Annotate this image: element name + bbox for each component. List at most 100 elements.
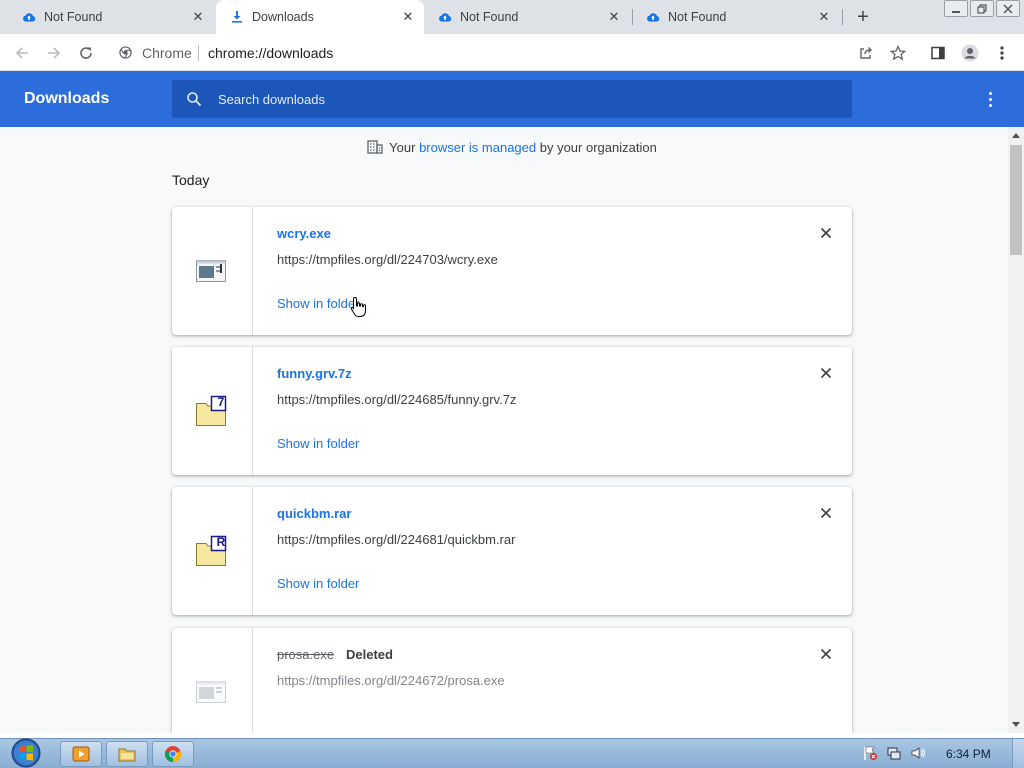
network-icon[interactable] xyxy=(886,745,902,761)
file-icon-column: R xyxy=(172,487,253,615)
downloads-list-area: Your browser is managed by your organiza… xyxy=(0,127,1008,733)
taskbar-media-player[interactable] xyxy=(60,741,102,767)
bookmark-button[interactable] xyxy=(888,43,908,63)
reload-icon xyxy=(80,47,92,59)
chevron-down-icon xyxy=(1012,722,1020,727)
back-arrow-icon xyxy=(15,47,28,59)
forward-button[interactable] xyxy=(43,42,65,64)
tab-close-button[interactable]: ✕ xyxy=(816,9,832,25)
download-item: wcry.exe https://tmpfiles.org/dl/224703/… xyxy=(172,207,852,335)
folder-icon xyxy=(118,748,136,762)
chrome-icon xyxy=(119,46,132,59)
tab-close-button[interactable]: ✕ xyxy=(606,9,622,25)
tab-label: Downloads xyxy=(252,10,314,24)
tab-downloads[interactable]: Downloads ✕ xyxy=(216,0,424,34)
action-center-flag-icon[interactable] xyxy=(862,745,878,761)
hand-cursor-icon xyxy=(350,296,366,317)
managed-notice: Your browser is managed by your organiza… xyxy=(0,140,1008,155)
omnibox-url[interactable]: chrome://downloads xyxy=(208,45,333,61)
search-input[interactable] xyxy=(218,80,818,118)
show-in-folder-link[interactable]: Show in folder xyxy=(277,576,359,591)
window-controls xyxy=(944,0,1020,17)
file-icon-column xyxy=(172,207,253,335)
show-desktop-button[interactable] xyxy=(1012,739,1024,768)
side-panel-button[interactable] xyxy=(928,43,948,63)
tab-label: Not Found xyxy=(668,10,727,24)
download-url[interactable]: https://tmpfiles.org/dl/224703/wcry.exe xyxy=(277,252,498,267)
download-url[interactable]: https://tmpfiles.org/dl/224681/quickbm.r… xyxy=(277,532,515,547)
download-file-name[interactable]: wcry.exe xyxy=(277,226,331,241)
tab-close-button[interactable]: ✕ xyxy=(400,9,416,25)
managed-text-prefix: Your xyxy=(389,140,420,155)
restore-icon xyxy=(977,3,987,14)
tab-not-found-1[interactable]: Not Found ✕ xyxy=(8,0,214,34)
date-section-label: Today xyxy=(172,172,210,188)
volume-icon[interactable] xyxy=(910,745,926,761)
reload-button[interactable] xyxy=(75,42,97,64)
windows-taskbar: 6:34 PM xyxy=(0,738,1024,768)
side-panel-icon xyxy=(931,46,945,60)
download-file-name[interactable]: quickbm.rar xyxy=(277,506,351,521)
download-status: Deleted xyxy=(346,647,393,662)
omnibox-chip: Chrome xyxy=(142,45,192,61)
managed-text-suffix: by your organization xyxy=(536,140,657,155)
download-url[interactable]: https://tmpfiles.org/dl/224685/funny.grv… xyxy=(277,392,516,407)
building-icon xyxy=(367,140,383,154)
remove-download-button[interactable] xyxy=(818,365,834,381)
taskbar-file-explorer[interactable] xyxy=(106,741,148,767)
cloud-upload-icon xyxy=(647,13,660,22)
minimize-button[interactable] xyxy=(944,0,968,17)
close-icon xyxy=(1003,3,1013,14)
scrollbar-thumb[interactable] xyxy=(1010,145,1022,255)
remove-download-button[interactable] xyxy=(818,505,834,521)
remove-download-button[interactable] xyxy=(818,225,834,241)
downloads-menu-button[interactable] xyxy=(980,89,1000,109)
omnibox[interactable]: Chrome chrome://downloads xyxy=(110,38,878,67)
exe-file-icon xyxy=(196,260,226,282)
show-in-folder-link[interactable]: Show in folder xyxy=(277,296,359,311)
scroll-up-button[interactable] xyxy=(1008,127,1024,143)
taskbar-chrome[interactable] xyxy=(152,741,194,767)
managed-link[interactable]: browser is managed xyxy=(419,140,536,155)
download-item: R quickbm.rar https://tmpfiles.org/dl/22… xyxy=(172,487,852,615)
start-button[interactable] xyxy=(4,737,44,768)
download-file-name: prosa.exe xyxy=(277,647,335,662)
tab-close-button[interactable]: ✕ xyxy=(190,9,206,25)
chrome-menu-button[interactable] xyxy=(992,43,1012,63)
page-scrollbar[interactable] xyxy=(1008,127,1024,733)
system-tray xyxy=(862,745,926,761)
tab-label: Not Found xyxy=(44,10,103,24)
search-box[interactable] xyxy=(172,80,852,118)
more-vert-icon xyxy=(988,91,992,95)
remove-download-button[interactable] xyxy=(818,646,834,662)
scroll-down-button[interactable] xyxy=(1008,717,1024,733)
system-clock[interactable]: 6:34 PM xyxy=(946,747,991,761)
tab-strip: Not Found ✕ Downloads ✕ Not Found ✕ Not … xyxy=(0,0,1024,34)
close-window-button[interactable] xyxy=(996,0,1020,17)
download-item-deleted: prosa.exe Deleted https://tmpfiles.org/d… xyxy=(172,628,852,733)
show-in-folder-link[interactable]: Show in folder xyxy=(277,436,359,451)
avatar-icon xyxy=(961,44,979,62)
tab-not-found-2[interactable]: Not Found ✕ xyxy=(424,0,630,34)
file-icon-column: 7 xyxy=(172,347,253,475)
star-icon xyxy=(890,45,906,61)
exe-file-icon xyxy=(196,681,226,703)
browser-toolbar: Chrome chrome://downloads xyxy=(0,34,1024,71)
more-vert-icon xyxy=(1000,46,1004,60)
back-button[interactable] xyxy=(11,42,33,64)
tab-not-found-3[interactable]: Not Found ✕ xyxy=(632,0,840,34)
archive-badge: 7 xyxy=(217,395,225,409)
minimize-icon xyxy=(952,10,960,13)
file-icon-column xyxy=(172,628,253,733)
profile-button[interactable] xyxy=(960,43,980,63)
share-button[interactable] xyxy=(856,43,876,63)
new-tab-button[interactable]: + xyxy=(852,7,874,27)
restore-button[interactable] xyxy=(970,0,994,17)
chrome-icon xyxy=(164,746,182,763)
download-file-name[interactable]: funny.grv.7z xyxy=(277,366,352,381)
download-icon xyxy=(232,11,242,23)
forward-arrow-icon xyxy=(48,47,61,59)
download-url[interactable]: https://tmpfiles.org/dl/224672/prosa.exe xyxy=(277,673,505,688)
share-icon xyxy=(860,47,872,59)
search-icon xyxy=(187,92,202,107)
